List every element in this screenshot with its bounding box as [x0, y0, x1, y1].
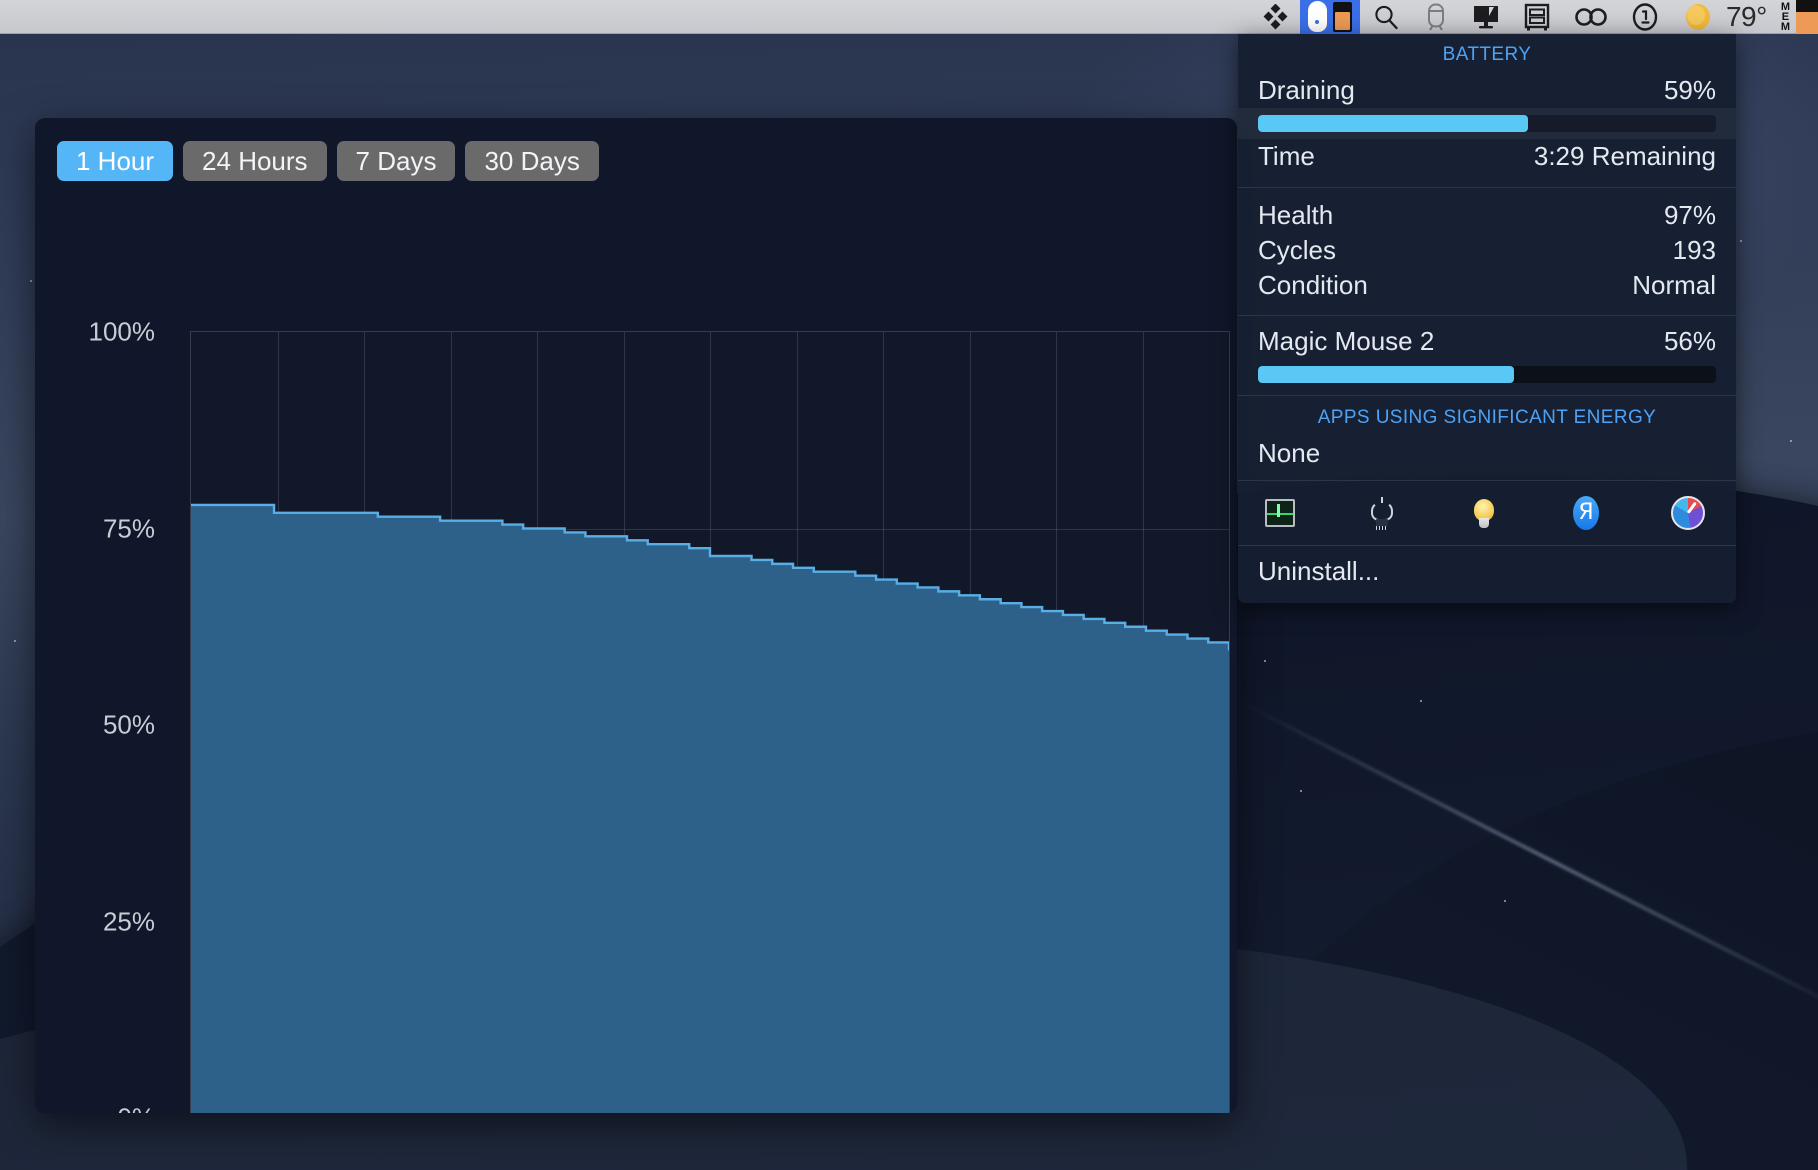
magnifier-glyph — [1375, 5, 1398, 29]
battery-status-label: Draining — [1258, 75, 1355, 105]
star — [1420, 700, 1422, 702]
device-level-bar-wrap — [1238, 360, 1736, 395]
device-percent: 56% — [1663, 326, 1716, 357]
battery-health-row: Health 97% — [1238, 198, 1736, 233]
mem-letter-e: E — [1781, 10, 1790, 23]
infinity-glyph — [1575, 7, 1607, 26]
battery-panel-title: BATTERY — [1442, 44, 1532, 65]
sun-glyph — [1685, 3, 1710, 30]
infinity-icon[interactable] — [1562, 0, 1620, 34]
battery-condition-row: Condition Normal — [1238, 268, 1736, 303]
onepassword-glyph — [1632, 2, 1658, 31]
uninstall-button[interactable]: Uninstall... — [1238, 546, 1736, 603]
battery-level-fill — [1258, 115, 1529, 133]
star — [1300, 790, 1302, 792]
mem-letter-m: M — [1780, 0, 1790, 13]
battery-history-chart: 0%25%50%75%100% 6:086:136:186:236:286:33… — [35, 118, 1237, 1113]
chart-plot-area — [190, 331, 1230, 1113]
star — [1264, 660, 1266, 662]
device-row: Magic Mouse 2 56% — [1238, 324, 1736, 359]
battery-condition-label: Condition — [1258, 270, 1368, 301]
battery-time-value: 3:29 Remaining — [1533, 141, 1716, 172]
battery-health-label: Health — [1258, 199, 1334, 230]
star — [1790, 440, 1792, 442]
weather-icon[interactable] — [1670, 0, 1726, 34]
apps-section-title: APPS USING SIGNIFICANT ENERGY — [1317, 406, 1657, 428]
battery-condition-value: Normal — [1632, 270, 1716, 301]
istat-glyph — [1427, 3, 1444, 31]
y-axis-tick-label: 0% — [63, 1103, 155, 1114]
y-axis-tick-label: 100% — [88, 316, 156, 347]
star — [1740, 240, 1742, 242]
battery-graph-window: 1 Hour 24 Hours 7 Days 30 Days 0%25%50%7… — [35, 118, 1237, 1113]
bluetooth-icon[interactable] — [1568, 495, 1604, 531]
device-name-label: Magic Mouse 2 — [1258, 326, 1435, 357]
apps-none-value: None — [1258, 437, 1321, 468]
battery-status-row: Draining 59% — [1238, 73, 1736, 108]
battery-mouse-menu-item[interactable] — [1299, 0, 1360, 34]
nightstand-icon[interactable] — [1512, 0, 1562, 34]
star — [30, 280, 32, 282]
temperature-readout[interactable]: 79° — [1726, 1, 1775, 33]
istat-menus-icon[interactable] — [1412, 0, 1460, 34]
battery-status-percent: 59% — [1663, 75, 1716, 105]
mem-letter-m2: M — [1780, 20, 1790, 33]
battery-cycles-row: Cycles 193 — [1238, 233, 1736, 268]
battery-time-row: Time 3:29 Remaining — [1238, 139, 1736, 174]
star — [1504, 900, 1506, 902]
battery-health-value: 97% — [1663, 199, 1716, 230]
battery-time-label: Time — [1258, 141, 1315, 172]
one-password-icon[interactable] — [1620, 0, 1670, 34]
lightbulb-icon[interactable] — [1466, 495, 1502, 531]
battery-level-icon — [1332, 1, 1352, 32]
dropbox-icon[interactable] — [1250, 0, 1300, 34]
activity-monitor-icon[interactable] — [1262, 495, 1298, 531]
magic-mouse-icon — [1307, 1, 1327, 32]
display-icon[interactable] — [1460, 0, 1512, 34]
device-level-bar — [1258, 365, 1716, 383]
dropbox-glyph — [1263, 3, 1288, 29]
nightstand-glyph — [1524, 3, 1550, 30]
y-axis-labels: 0% 25% 50% 75% 100% — [63, 118, 156, 1114]
battery-popup-panel: BATTERY Draining 59% Time 3:29 Remaining… — [1238, 34, 1736, 603]
y-axis-tick-label: 50% — [102, 709, 155, 740]
battery-cycles-value: 193 — [1672, 234, 1716, 265]
memory-label[interactable]: M E M — [1775, 0, 1796, 33]
y-axis-tick-label: 75% — [102, 513, 155, 543]
menu-bar: 79° M E M — [0, 0, 1818, 34]
device-level-fill — [1258, 365, 1515, 383]
search-icon[interactable] — [1360, 0, 1412, 34]
battery-level-bar — [1258, 115, 1716, 133]
lamp-icon[interactable] — [1364, 495, 1400, 531]
chart-svg — [191, 332, 1229, 1113]
display-glyph — [1473, 5, 1498, 28]
battery-cycles-label: Cycles — [1258, 234, 1337, 265]
memory-gauge[interactable] — [1796, 0, 1818, 34]
y-axis-tick-label: 25% — [102, 906, 155, 936]
battery-level-bar-wrap — [1238, 108, 1736, 140]
disk-utility-icon[interactable] — [1670, 495, 1706, 531]
chart-area-fill — [191, 504, 1229, 1113]
tool-icons-row — [1238, 481, 1736, 545]
star — [14, 640, 16, 642]
